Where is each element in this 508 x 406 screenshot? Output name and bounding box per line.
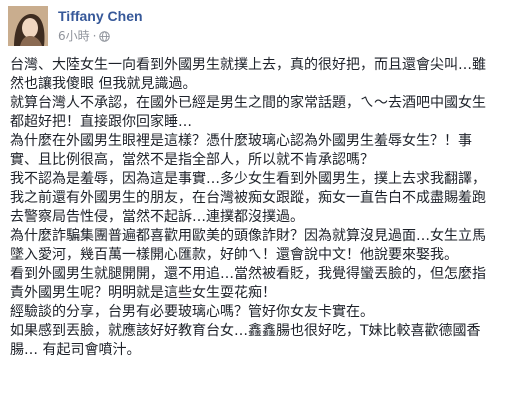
post-paragraph: 為什麼在外國男生眼裡是這樣？憑什麼玻璃心認為外國男生羞辱女生？！事實、且比例很高… — [10, 133, 472, 168]
post-paragraph: 經驗談的分享，台男有必要玻璃心嗎？管好你女友卡實在。 — [10, 304, 374, 320]
author-name[interactable]: Tiffany Chen — [58, 8, 143, 24]
avatar[interactable] — [8, 6, 48, 46]
avatar-photo — [8, 6, 48, 46]
globe-icon[interactable] — [99, 31, 111, 45]
post-paragraph: 我不認為是羞辱，因為這是事實…多少女生看到外國男生，撲上去求我翻譯，我之前還有外… — [10, 171, 486, 225]
facebook-post: Tiffany Chen 6小時 · 台灣、大陸女生一向看到外國男生就撲上去，真的… — [0, 0, 508, 406]
post-meta: 6小時 · — [58, 27, 111, 45]
post-timestamp[interactable]: 6小時 — [58, 29, 90, 43]
post-text: 台灣、大陸女生一向看到外國男生就撲上去，真的很好把，而且還會尖叫…雖然也讓我傻眼… — [10, 56, 496, 360]
post-paragraph: 台灣、大陸女生一向看到外國男生就撲上去，真的很好把，而且還會尖叫…雖然也讓我傻眼… — [10, 57, 486, 92]
post-paragraph: 如果感到丟臉，就應該好好教育台女…鑫鑫腸也很好吃，T妹比較喜歡德國香腸… 有起司… — [10, 323, 481, 358]
post-paragraph: 就算台灣人不承認，在國外已經是男生之間的家常話題，ㄟ～去酒吧中國女生都超好把！直… — [10, 95, 486, 130]
post-paragraph: 看到外國男生就腿開開，還不用追…當然被看貶，我覺得蠻丟臉的，但怎麼指責外國男生呢… — [10, 266, 486, 301]
post-paragraph: 為什麼詐騙集團普遍都喜歡用歐美的頭像詐財？因為就算沒見過面…女生立馬墜入愛河，幾… — [10, 228, 486, 263]
meta-separator: · — [92, 29, 97, 43]
